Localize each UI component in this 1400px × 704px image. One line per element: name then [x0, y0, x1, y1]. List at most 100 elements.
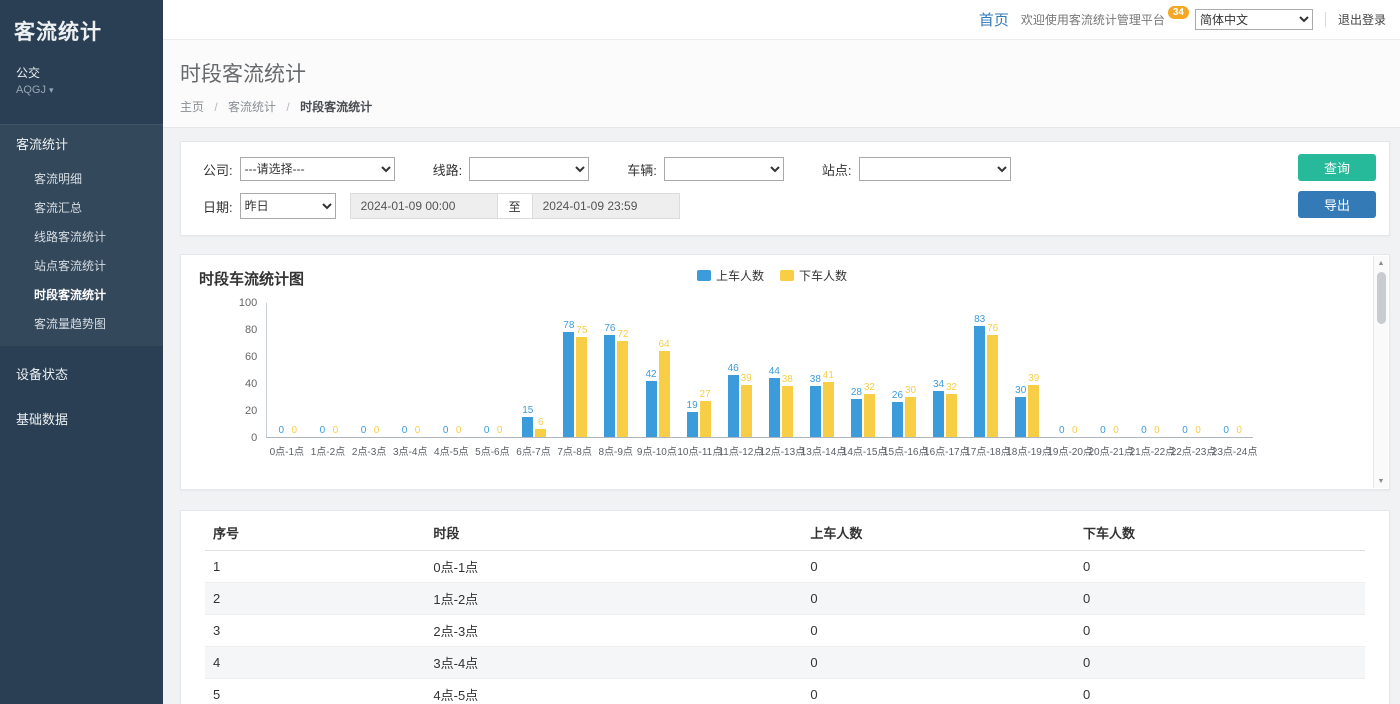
query-button[interactable]: 查询: [1298, 154, 1376, 181]
data-table-panel: 序号 时段 上车人数 下车人数 10点-1点0021点-2点0032点-3点00…: [180, 510, 1390, 704]
bar-value-label: 0: [361, 425, 367, 436]
bar-value-label: 30: [1015, 385, 1026, 396]
line-select[interactable]: [469, 157, 589, 181]
home-link[interactable]: 首页: [979, 9, 1009, 30]
chart-scrollbar[interactable]: ▲ ▼: [1373, 256, 1388, 488]
bar-group: 00: [391, 303, 432, 437]
x-axis-label: 15点-16点: [883, 443, 924, 458]
x-axis-label: 16点-17点: [924, 443, 965, 458]
notification-badge[interactable]: 34: [1168, 6, 1189, 19]
page-title: 时段客流统计: [180, 58, 1400, 88]
language-select[interactable]: 简体中文: [1195, 9, 1313, 30]
app-root: 客流统计 公交 AQGJ▾ 客流统计 客流明细 客流汇总 线路客流统计 站点客流…: [0, 0, 1400, 704]
x-axis-label: 14点-15点: [842, 443, 883, 458]
date-from-input[interactable]: [350, 193, 498, 219]
sidebar-item-device-status[interactable]: 设备状态: [0, 355, 163, 392]
chart-x-labels: 0点-1点1点-2点2点-3点3点-4点4点-5点5点-6点6点-7点7点-8点…: [266, 443, 1253, 458]
bar-group: 4264: [637, 303, 678, 437]
user-name: AQGJ: [16, 84, 46, 96]
x-axis-label: 7点-8点: [554, 443, 595, 458]
sidebar: 客流统计 公交 AQGJ▾ 客流统计 客流明细 客流汇总 线路客流统计 站点客流…: [0, 0, 163, 704]
table-cell: 0: [802, 615, 1075, 647]
bar: 76: [604, 303, 616, 437]
sidebar-item-period-stats[interactable]: 时段客流统计: [0, 280, 163, 309]
bar-value-label: 76: [604, 323, 615, 334]
bar-group: 00: [1048, 303, 1089, 437]
x-axis-label: 4点-5点: [431, 443, 472, 458]
bar: 64: [658, 303, 670, 437]
company-select[interactable]: ---请选择---: [240, 157, 395, 181]
bar: 38: [809, 303, 821, 437]
date-to-input[interactable]: [532, 193, 680, 219]
bar-value-label: 28: [851, 387, 862, 398]
sidebar-item-passenger-stats[interactable]: 客流统计: [0, 125, 163, 162]
bar-value-label: 42: [645, 369, 656, 380]
bar-group: 8376: [966, 303, 1007, 437]
x-axis-label: 20点-21点: [1088, 443, 1129, 458]
bar: 44: [768, 303, 780, 437]
chart-bars: 0000000000001567875767242641927463944383…: [266, 303, 1253, 438]
bar: 0: [1233, 303, 1245, 437]
filter-actions: 查询 导出: [1298, 154, 1376, 218]
bar: 0: [357, 303, 369, 437]
bar-value-label: 6: [538, 417, 544, 428]
bar-group: 3432: [925, 303, 966, 437]
bar: 39: [740, 303, 752, 437]
sidebar-item-flow-summary[interactable]: 客流汇总: [0, 193, 163, 222]
x-axis-label: 6点-7点: [513, 443, 554, 458]
bar-value-label: 0: [402, 425, 408, 436]
x-axis-label: 10点-11点: [677, 443, 718, 458]
breadcrumb-section[interactable]: 客流统计: [228, 100, 276, 114]
bar: 0: [494, 303, 506, 437]
x-axis-label: 19点-20点: [1047, 443, 1088, 458]
bar: 0: [1056, 303, 1068, 437]
bar: 78: [563, 303, 575, 437]
station-select[interactable]: [859, 157, 1011, 181]
bar: 32: [863, 303, 875, 437]
sidebar-item-station-stats[interactable]: 站点客流统计: [0, 251, 163, 280]
scroll-up-icon[interactable]: ▲: [1374, 256, 1388, 270]
sidebar-item-base-data[interactable]: 基础数据: [0, 400, 163, 437]
export-button[interactable]: 导出: [1298, 191, 1376, 218]
bar: 26: [891, 303, 903, 437]
sidebar-item-line-stats[interactable]: 线路客流统计: [0, 222, 163, 251]
user-dropdown[interactable]: AQGJ▾: [16, 84, 147, 96]
bar-value-label: 0: [374, 425, 380, 436]
breadcrumb-separator: /: [286, 100, 289, 114]
x-axis-label: 8点-9点: [595, 443, 636, 458]
table-cell: 3点-4点: [425, 647, 802, 679]
logout-link[interactable]: 退出登录: [1338, 11, 1386, 28]
bar-value-label: 0: [333, 425, 339, 436]
table-cell: 1: [205, 551, 425, 583]
bar-value-label: 0: [1141, 425, 1147, 436]
table-cell: 0点-1点: [425, 551, 802, 583]
bar-group: 00: [432, 303, 473, 437]
bar-value-label: 41: [823, 370, 834, 381]
vehicle-select[interactable]: [664, 157, 784, 181]
bar-value-label: 30: [905, 385, 916, 396]
y-tick-label: 60: [245, 351, 257, 363]
table-cell: 1点-2点: [425, 583, 802, 615]
bar-chart: 020406080100 000000000000156787576724264…: [259, 303, 1253, 458]
x-axis-label: 9点-10点: [636, 443, 677, 458]
line-label: 线路:: [433, 160, 463, 179]
bar: 46: [727, 303, 739, 437]
bar-value-label: 0: [279, 425, 285, 436]
topbar: 首页 欢迎使用客流统计管理平台 34 简体中文 退出登录: [163, 0, 1400, 40]
bar-value-label: 44: [769, 366, 780, 377]
bar-group: 3039: [1007, 303, 1048, 437]
sidebar-item-trend-chart[interactable]: 客流量趋势图: [0, 309, 163, 338]
scrollbar-thumb[interactable]: [1377, 272, 1386, 324]
bar: 0: [275, 303, 287, 437]
sidebar-item-flow-detail[interactable]: 客流明细: [0, 164, 163, 193]
x-axis-label: 1点-2点: [307, 443, 348, 458]
scroll-down-icon[interactable]: ▼: [1374, 474, 1388, 488]
date-preset-select[interactable]: 昨日: [240, 193, 336, 219]
bar-value-label: 19: [687, 400, 698, 411]
breadcrumb-home[interactable]: 主页: [180, 100, 204, 114]
x-axis-label: 21点-22点: [1130, 443, 1171, 458]
bar: 39: [1028, 303, 1040, 437]
bar: 0: [1069, 303, 1081, 437]
bar: 0: [1192, 303, 1204, 437]
chart-title: 时段车流统计图: [199, 268, 1363, 289]
